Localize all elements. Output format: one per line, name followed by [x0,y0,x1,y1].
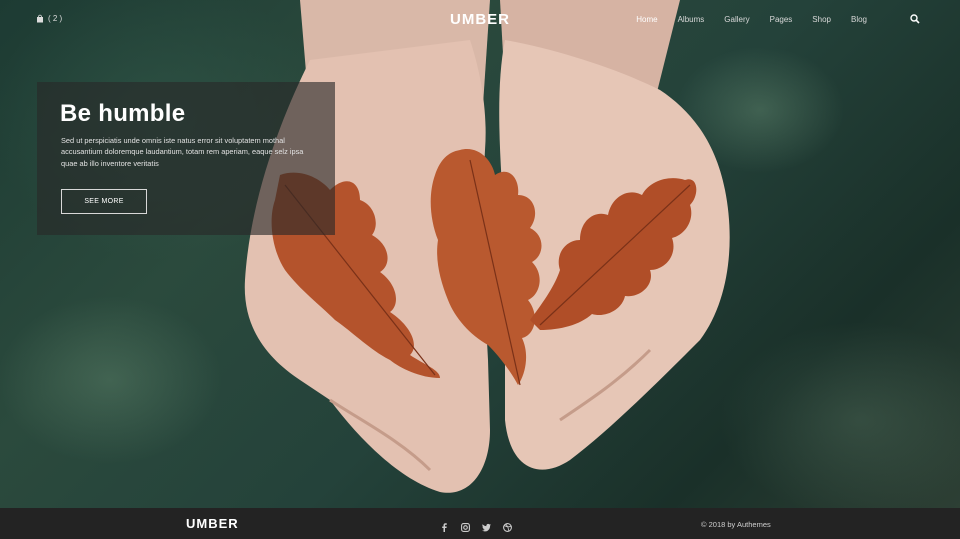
nav-item-pages[interactable]: Pages [770,15,793,24]
social-links [440,519,512,532]
nav-item-albums[interactable]: Albums [678,15,705,24]
footer-logo[interactable]: UMBER [186,516,239,531]
nav-item-shop[interactable]: Shop [812,15,831,24]
see-more-button[interactable]: SEE MORE [61,189,147,214]
dribbble-icon[interactable] [503,519,512,532]
hero-description: Sed ut perspiciatis unde omnis iste natu… [61,136,304,168]
search-icon[interactable] [910,14,920,24]
hero-banner: ( 2 ) UMBER Home Albums Gallery Pages Sh… [0,0,960,508]
twitter-icon[interactable] [482,519,491,532]
facebook-icon[interactable] [440,519,449,532]
site-footer: UMBER © 2018 by Authemes [0,508,960,539]
main-nav: Home Albums Gallery Pages Shop Blog [636,15,867,24]
copyright-text: © 2018 by Authemes [701,520,771,529]
hero-title: Be humble [60,100,186,127]
hero-image [244,0,730,493]
nav-item-gallery[interactable]: Gallery [724,15,749,24]
instagram-icon[interactable] [461,519,470,532]
nav-item-blog[interactable]: Blog [851,15,867,24]
hero-promo-box: Be humble Sed ut perspiciatis unde omnis… [37,82,335,235]
nav-item-home[interactable]: Home [636,15,657,24]
